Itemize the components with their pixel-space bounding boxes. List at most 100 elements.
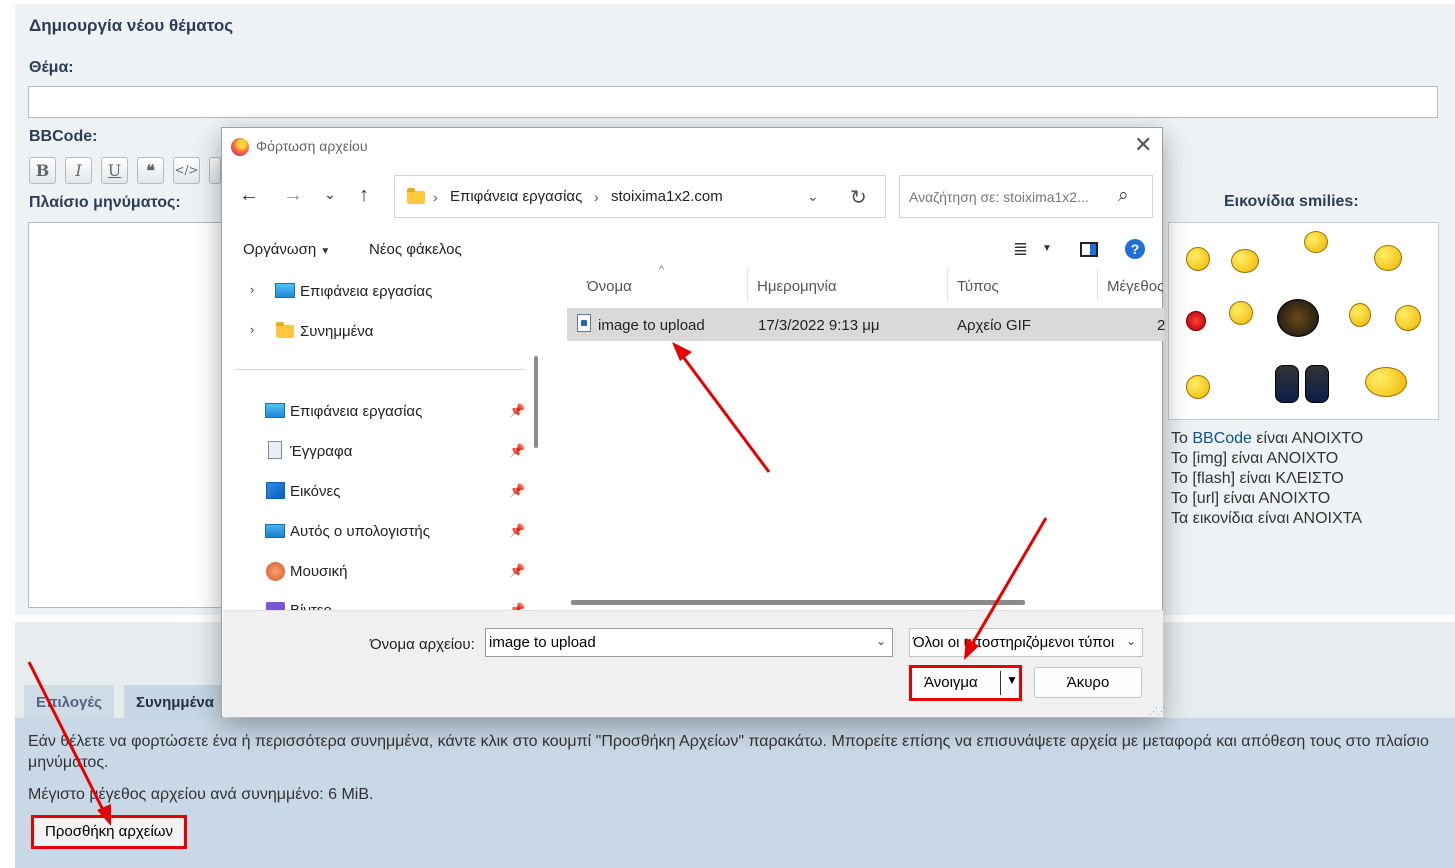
cloud-smiley-icon[interactable]: [1304, 231, 1328, 253]
column-header-size[interactable]: Μέγεθος: [1107, 278, 1163, 295]
pictures-icon: [266, 482, 285, 499]
new-folder-button[interactable]: Νέος φάκελος: [369, 241, 462, 258]
subject-label: Θέμα:: [29, 59, 74, 76]
cap-smiley-icon[interactable]: [1395, 305, 1421, 331]
subject-input[interactable]: [28, 86, 1438, 118]
chevron-down-icon[interactable]: ⌄: [1126, 634, 1137, 648]
chevron-down-icon[interactable]: ⌄: [876, 634, 886, 648]
file-list-horizontal-scrollbar[interactable]: [571, 600, 1025, 605]
italic-button[interactable]: I: [65, 157, 92, 184]
dancing-brother-icon[interactable]: [1305, 365, 1329, 403]
blues-brother-icon[interactable]: [1275, 365, 1299, 403]
navigation-pane: › Επιφάνεια εργασίας › Συνημμένα Επιφάνε…: [223, 268, 533, 611]
file-row[interactable]: image to upload 17/3/2022 9:13 μμ Αρχείο…: [567, 308, 1165, 341]
search-icon[interactable]: ⌕: [1118, 185, 1129, 207]
recent-locations-chevron-icon[interactable]: ⌄: [324, 186, 336, 203]
popcorn-smiley-icon[interactable]: [1229, 301, 1253, 325]
breadcrumb-separator-icon: ›: [594, 189, 599, 205]
file-date: 17/3/2022 9:13 μμ: [758, 317, 880, 334]
quick-access-this-pc[interactable]: Αυτός ο υπολογιστής: [290, 523, 430, 540]
quick-access-desktop[interactable]: Επιφάνεια εργασίας: [290, 403, 422, 420]
documents-icon: [268, 441, 282, 459]
attach-help-text: Εάν θέλετε να φορτώσετε ένα ή περισσότερ…: [28, 733, 1429, 771]
list-button[interactable]: [209, 157, 221, 184]
column-header-name[interactable]: Όνομα: [587, 278, 632, 295]
filename-value: image to upload: [489, 634, 596, 651]
nav-divider: [235, 369, 525, 370]
address-bar[interactable]: › Επιφάνεια εργασίας › stoixima1x2.com ⌄…: [394, 175, 886, 218]
tab-attachments[interactable]: Συνημμένα: [124, 685, 222, 718]
quick-access-music[interactable]: Μουσική: [290, 563, 347, 580]
code-button[interactable]: </>: [173, 157, 200, 184]
search-input[interactable]: Αναζήτηση σε: stoixima1x2... ⌕: [899, 175, 1153, 218]
split-divider: [1000, 671, 1001, 695]
pin-icon[interactable]: 📌: [509, 403, 525, 419]
cancel-button[interactable]: Άκυρο: [1034, 667, 1142, 698]
filetype-value: Όλοι οι υποστηριζόμενοι τύποι: [913, 634, 1115, 651]
pin-icon[interactable]: 📌: [509, 523, 525, 539]
nav-item-desktop[interactable]: Επιφάνεια εργασίας: [300, 283, 432, 300]
sort-ascending-icon: ^: [659, 264, 665, 276]
nav-pane-scrollbar[interactable]: [534, 356, 538, 448]
filetype-select[interactable]: Όλοι οι υποστηριζόμενοι τύποι ⌄: [909, 628, 1143, 657]
help-icon[interactable]: ?: [1125, 239, 1145, 259]
resize-grip-icon[interactable]: ⋰⋰: [1149, 706, 1166, 717]
message-textarea[interactable]: [28, 222, 228, 608]
music-icon: [266, 562, 285, 581]
column-divider[interactable]: [1097, 268, 1098, 301]
expand-chevron-icon[interactable]: ›: [250, 322, 254, 337]
lounging-smiley-icon[interactable]: [1374, 245, 1402, 271]
quote-button[interactable]: ❝: [137, 157, 164, 184]
organize-menu[interactable]: Οργάνωση ▼: [243, 241, 330, 258]
gif-file-icon: [577, 314, 591, 332]
dialog-footer: Όνομα αρχείου: image to upload ⌄ Όλοι οι…: [223, 610, 1166, 717]
open-dropdown-caret-icon[interactable]: ▼: [1006, 673, 1018, 687]
tab-options[interactable]: Επιλογές: [24, 685, 114, 718]
bbcode-link[interactable]: BBCode: [1192, 430, 1252, 447]
back-arrow-icon[interactable]: ←: [239, 184, 259, 207]
pin-icon[interactable]: 📌: [509, 483, 525, 499]
up-arrow-icon[interactable]: ↑: [359, 184, 369, 207]
filename-input[interactable]: image to upload ⌄: [485, 628, 893, 657]
open-button[interactable]: Άνοιγμα ▼: [909, 665, 1022, 701]
bold-button[interactable]: B: [29, 157, 56, 184]
folder-icon: [407, 188, 425, 204]
add-files-button[interactable]: Προσθήκη αρχείων: [31, 815, 187, 849]
posting-status: Το BBCode είναι ΑΝΟΙΧΤΟ Το [img] είναι Α…: [1171, 429, 1363, 529]
address-dropdown-chevron-icon[interactable]: ⌄: [807, 188, 819, 205]
status-flash: Το [flash] είναι ΚΛΕΙΣΤΟ: [1171, 470, 1344, 487]
view-list-icon[interactable]: ≣: [1013, 239, 1028, 260]
firefox-icon: [231, 138, 249, 156]
afro-smiley-icon[interactable]: [1277, 299, 1319, 337]
basketball-smiley-icon[interactable]: [1186, 375, 1210, 399]
breadcrumb-current-folder[interactable]: stoixima1x2.com: [611, 188, 723, 205]
nav-item-attachments[interactable]: Συνημμένα: [300, 323, 373, 340]
breadcrumb-desktop[interactable]: Επιφάνεια εργασίας: [450, 188, 582, 205]
grinning-smiley-icon[interactable]: [1365, 367, 1407, 397]
expand-chevron-icon[interactable]: ›: [250, 282, 254, 297]
quick-access-pictures[interactable]: Εικόνες: [290, 483, 340, 500]
preview-pane-icon[interactable]: [1080, 242, 1098, 257]
angel-smiley-icon[interactable]: [1186, 247, 1210, 271]
column-header-type[interactable]: Τύπος: [957, 278, 999, 295]
pin-icon[interactable]: 📌: [509, 443, 525, 459]
close-icon[interactable]: ✕: [1134, 134, 1152, 156]
underline-button[interactable]: U: [101, 157, 128, 184]
status-bbcode-prefix: Το: [1171, 430, 1193, 447]
dialog-title: Φόρτωση αρχείου: [256, 138, 368, 154]
thinking-smiley-icon[interactable]: [1349, 303, 1371, 327]
file-name: image to upload: [598, 317, 705, 334]
quick-access-documents[interactable]: Έγγραφα: [290, 443, 352, 460]
column-header-date[interactable]: Ημερομηνία: [757, 278, 837, 295]
search-placeholder: Αναζήτηση σε: stoixima1x2...: [909, 189, 1089, 205]
sleepy-smiley-icon[interactable]: [1231, 249, 1259, 273]
column-divider[interactable]: [947, 268, 948, 301]
desktop-icon: [275, 283, 295, 298]
bbcode-label: BBCode:: [29, 128, 98, 145]
forward-arrow-icon[interactable]: →: [283, 184, 303, 207]
view-caret-down-icon[interactable]: ▼: [1042, 243, 1052, 254]
pin-icon[interactable]: 📌: [509, 563, 525, 579]
angry-smiley-icon[interactable]: [1186, 311, 1206, 331]
column-divider[interactable]: [747, 268, 748, 301]
refresh-icon[interactable]: ↻: [850, 185, 867, 210]
